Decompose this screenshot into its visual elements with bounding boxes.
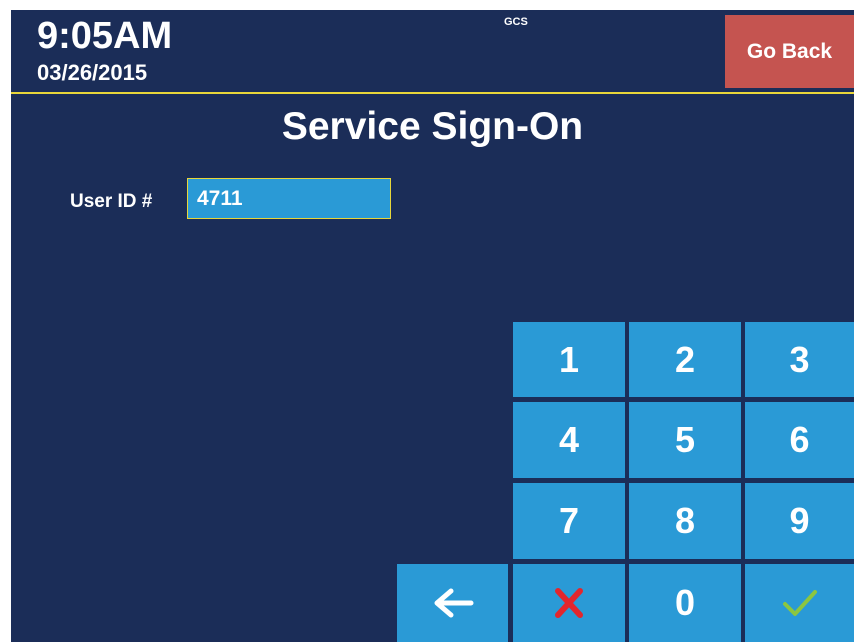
left-arrow-icon xyxy=(431,587,475,619)
backspace-button[interactable] xyxy=(397,564,508,642)
key-7[interactable]: 7 xyxy=(513,483,625,559)
page-title: Service Sign-On xyxy=(281,105,584,148)
go-back-button[interactable]: Go Back xyxy=(725,15,854,88)
enter-button[interactable] xyxy=(745,564,854,642)
key-1[interactable]: 1 xyxy=(513,322,625,397)
key-4[interactable]: 4 xyxy=(513,402,625,478)
green-check-icon xyxy=(782,588,818,618)
clock-date: 03/26/2015 xyxy=(37,60,148,85)
red-x-icon xyxy=(554,587,584,619)
key-0[interactable]: 0 xyxy=(629,564,741,642)
user-id-field[interactable]: 4711 xyxy=(187,178,391,219)
key-2[interactable]: 2 xyxy=(629,322,741,397)
key-8[interactable]: 8 xyxy=(629,483,741,559)
service-sign-on-screen: 9:05AM 03/26/2015 GCS Go Back Service Si… xyxy=(11,10,854,642)
key-3[interactable]: 3 xyxy=(745,322,854,397)
key-9[interactable]: 9 xyxy=(745,483,854,559)
clear-button[interactable] xyxy=(513,564,625,642)
key-6[interactable]: 6 xyxy=(745,402,854,478)
clock-time: 9:05AM xyxy=(37,15,173,57)
user-id-label: User ID # xyxy=(70,191,153,212)
key-5[interactable]: 5 xyxy=(629,402,741,478)
system-label: GCS xyxy=(504,16,528,28)
header-bar: 9:05AM 03/26/2015 GCS Go Back xyxy=(11,10,854,94)
